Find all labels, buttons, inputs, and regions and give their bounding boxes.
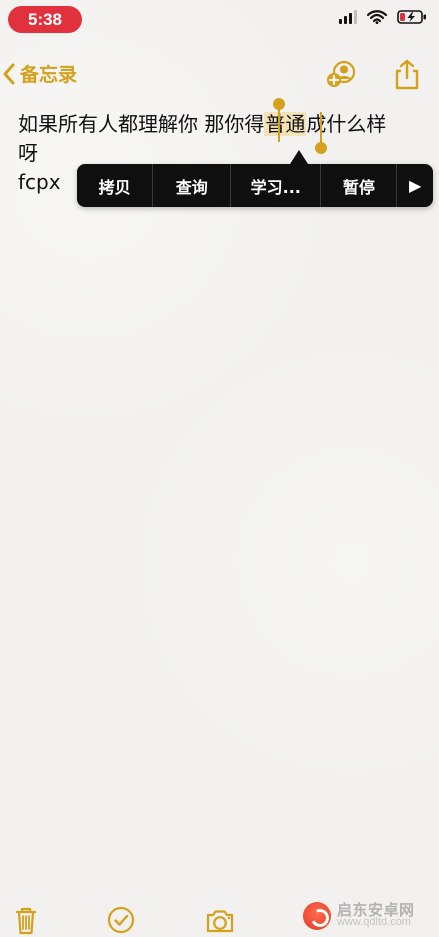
watermark: 启东安卓网 www.qdltd.com [303, 899, 433, 933]
camera-icon [206, 910, 234, 933]
menu-copy[interactable]: 拷贝 [77, 164, 154, 207]
checklist-button[interactable] [103, 901, 139, 935]
selection-handle-end-knob[interactable] [315, 142, 327, 154]
trash-icon [15, 907, 37, 935]
delete-button[interactable] [8, 901, 44, 935]
nav-bar: 备忘录 [0, 52, 439, 96]
status-icons [339, 10, 427, 24]
add-person-icon [327, 60, 356, 87]
back-button[interactable]: 备忘录 [0, 60, 77, 87]
watermark-text: 启东安卓网 www.qdltd.com [337, 901, 415, 929]
menu-more-arrow-icon[interactable]: ▶ [397, 164, 433, 207]
status-bar: 5:38 [0, 0, 439, 44]
menu-learn[interactable]: 学习... [231, 164, 322, 207]
menu-lookup[interactable]: 查询 [153, 164, 232, 207]
selection-handle-start-knob[interactable] [273, 98, 285, 110]
wifi-icon [367, 10, 387, 24]
add-person-button[interactable] [324, 58, 362, 92]
nav-actions [324, 58, 426, 92]
note-line-1-after: 成什么样 [306, 112, 387, 136]
watermark-url: www.qdltd.com [337, 916, 411, 928]
note-line-1: 如果所有人都理解你 那你得普通成什么样 [18, 110, 418, 139]
camera-button[interactable] [202, 901, 238, 935]
cellular-signal-icon [339, 10, 357, 24]
context-menu-pointer [290, 150, 308, 164]
share-icon [395, 59, 419, 90]
menu-pause[interactable]: 暂停 [321, 164, 398, 207]
watermark-title: 启东安卓网 [337, 901, 415, 919]
status-time: 5:38 [8, 6, 82, 33]
note-line-1-before: 如果所有人都理解你 那你得 [18, 112, 265, 136]
battery-low-charging-icon [397, 10, 427, 24]
checklist-icon [107, 906, 135, 934]
back-button-label: 备忘录 [20, 64, 78, 86]
watermark-logo-icon [303, 902, 331, 930]
share-button[interactable] [388, 58, 426, 92]
text-context-menu: 拷贝 查询 学习... 暂停 ▶ [77, 164, 433, 207]
selected-text[interactable]: 普通 [264, 112, 307, 136]
notes-screen: 5:38 备忘录 如果所有人都理解你 那你得普通成什么样 呀 fcpx 拷贝 查… [0, 0, 439, 937]
chevron-left-icon [3, 63, 15, 84]
